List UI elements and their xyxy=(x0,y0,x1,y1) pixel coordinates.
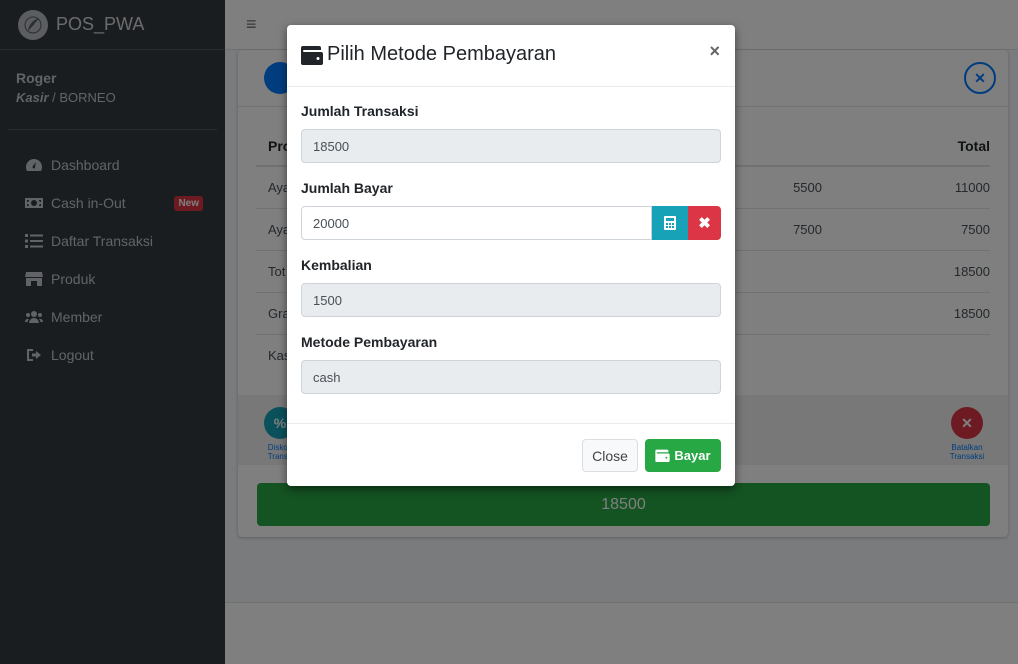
metode-pembayaran-group: Metode Pembayaran cash xyxy=(301,334,721,394)
kembalian-label: Kembalian xyxy=(301,257,372,273)
metode-pembayaran-field[interactable]: cash xyxy=(301,360,721,394)
modal-title-text: Pilih Metode Pembayaran xyxy=(327,43,557,65)
bayar-label: Bayar xyxy=(674,448,711,463)
jumlah-bayar-input-group: 20000 ✖ xyxy=(301,206,721,240)
payment-method-modal: Pilih Metode Pembayaran × Jumlah Transak… xyxy=(287,25,735,486)
jumlah-transaksi-group: Jumlah Transaksi 18500 xyxy=(301,103,721,163)
jumlah-bayar-field[interactable]: 20000 xyxy=(301,206,652,240)
clear-icon: ✖ xyxy=(698,215,711,232)
bayar-button[interactable]: Bayar xyxy=(645,439,721,472)
calculator-button[interactable] xyxy=(652,206,688,240)
jumlah-transaksi-label: Jumlah Transaksi xyxy=(301,103,419,119)
modal-header: Pilih Metode Pembayaran × xyxy=(287,25,735,87)
modal-footer: Close Bayar xyxy=(287,423,735,486)
modal-title: Pilih Metode Pembayaran xyxy=(301,43,556,66)
close-button[interactable]: Close xyxy=(582,439,638,472)
kembalian-group: Kembalian 1500 xyxy=(301,257,721,317)
clear-button[interactable]: ✖ xyxy=(688,206,721,240)
wallet-icon xyxy=(655,449,671,462)
jumlah-bayar-label: Jumlah Bayar xyxy=(301,180,393,196)
jumlah-transaksi-field: 18500 xyxy=(301,129,721,163)
metode-pembayaran-label: Metode Pembayaran xyxy=(301,334,438,350)
kembalian-field: 1500 xyxy=(301,283,721,317)
close-icon[interactable]: × xyxy=(709,41,720,62)
wallet-icon xyxy=(301,45,323,65)
calculator-icon xyxy=(664,216,676,230)
jumlah-bayar-group: Jumlah Bayar 20000 ✖ xyxy=(301,180,721,240)
